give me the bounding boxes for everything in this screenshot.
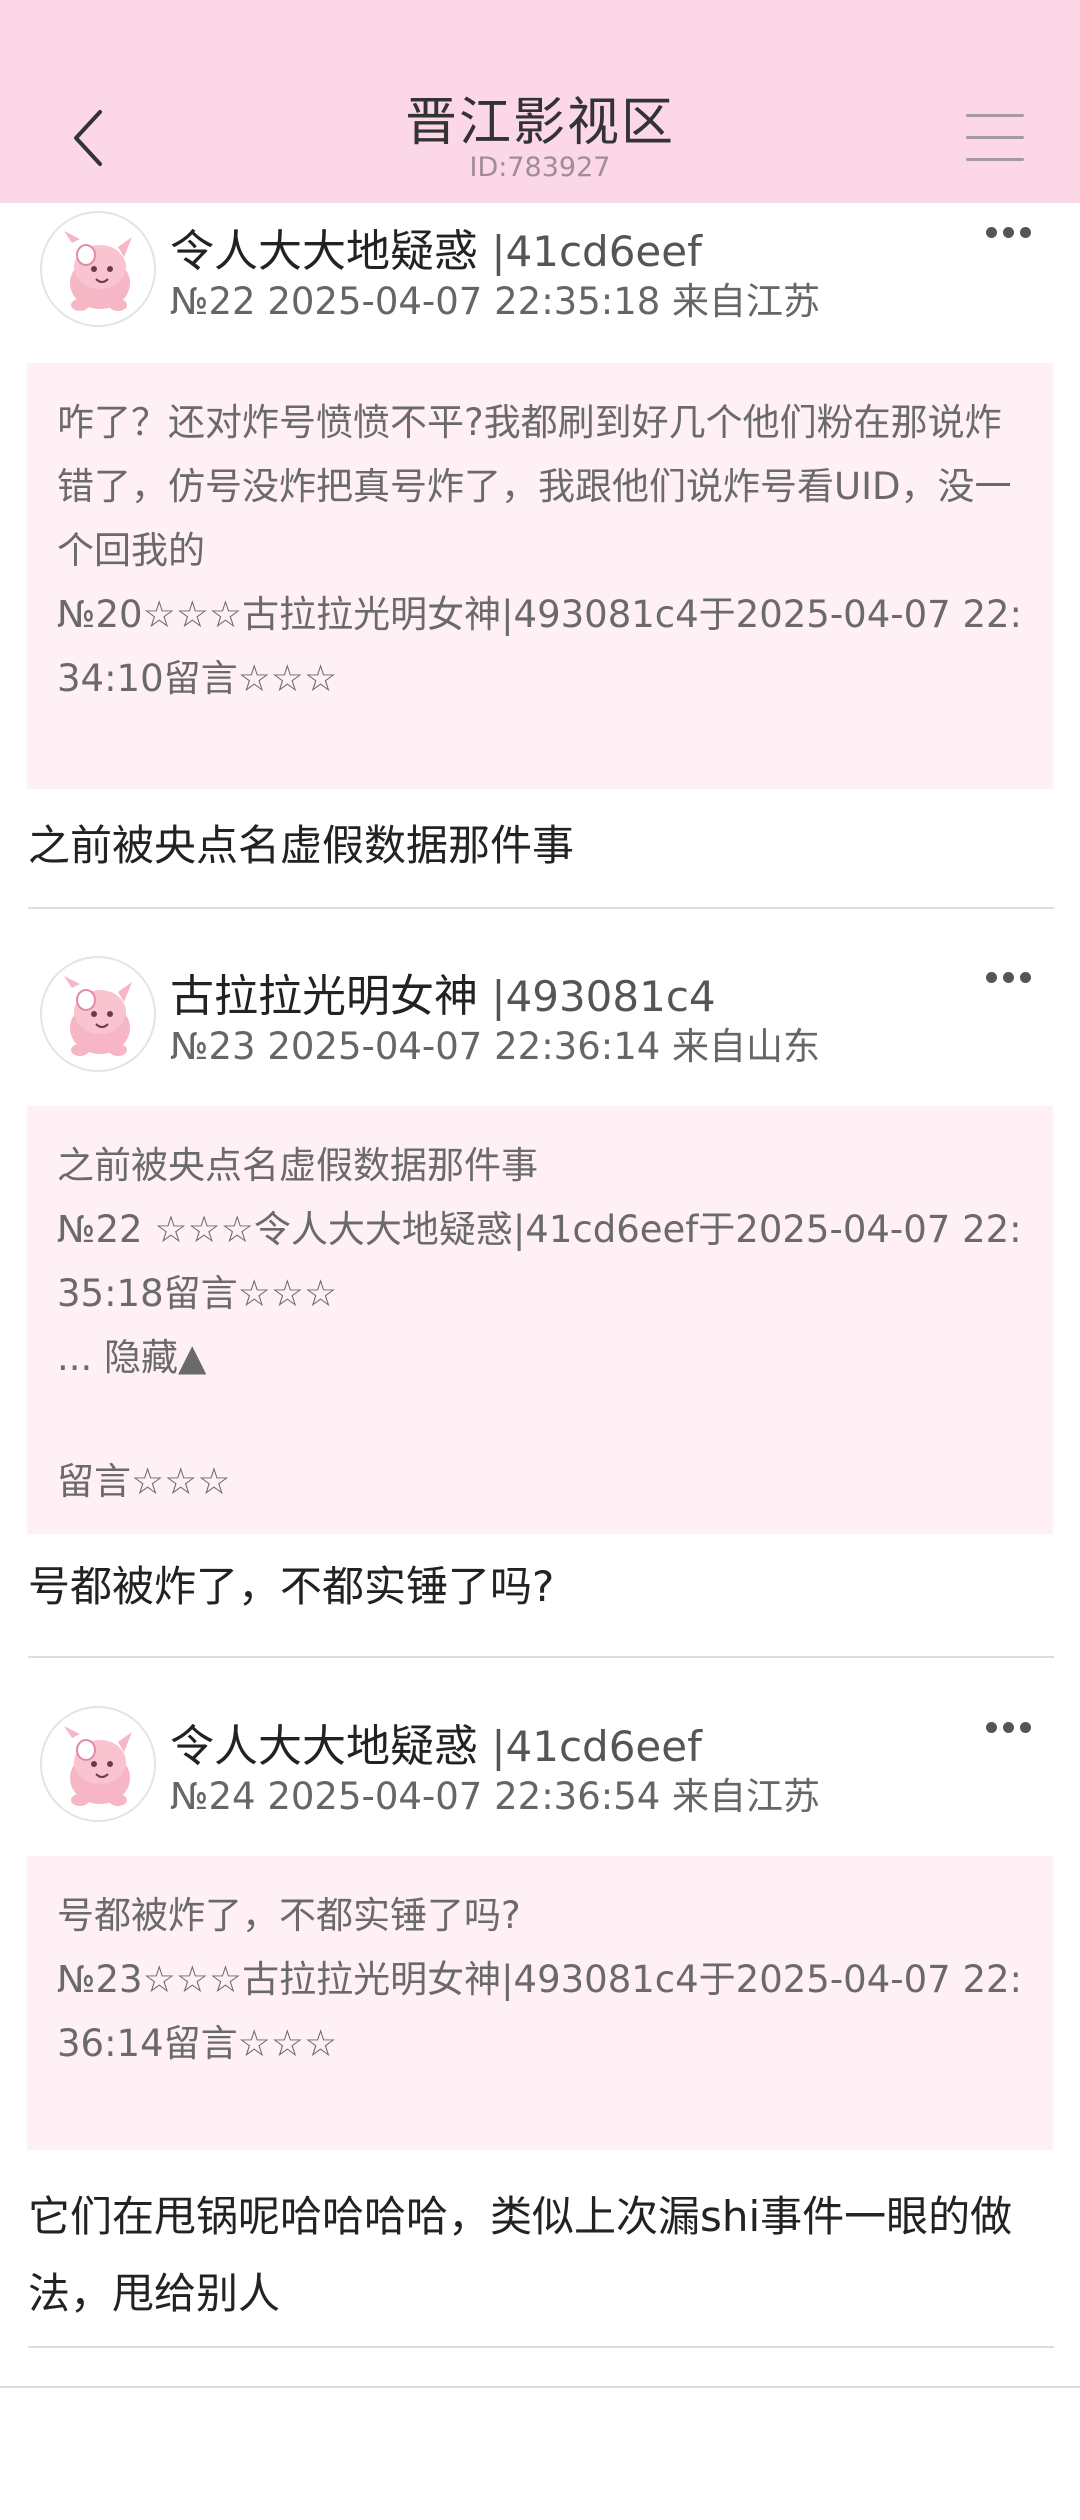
author-name[interactable]: 令人大大地疑惑 |41cd6eef [170, 215, 702, 279]
divider [28, 2346, 1054, 2348]
author-nickname: 古拉拉光明女神 [170, 971, 478, 1022]
reply-post: 令人大大地疑惑 |41cd6eef №24 2025-04-07 22:36:5… [0, 1700, 1080, 2388]
pink-cartoon-avatar-icon [63, 975, 133, 1057]
page-title: 晋江影视区 [404, 93, 675, 153]
reply-post: 古拉拉光明女神 |493081c4 №23 2025-04-07 22:36:1… [0, 950, 1080, 1658]
hide-toggle[interactable]: ... 隐藏▲ [57, 1326, 1023, 1390]
more-dots-icon [986, 972, 997, 983]
more-options-button[interactable] [984, 968, 1034, 988]
post-header: 古拉拉光明女神 |493081c4 №23 2025-04-07 22:36:1… [0, 950, 1080, 1072]
hamburger-menu-icon [966, 114, 1024, 117]
more-options-button[interactable] [984, 1718, 1034, 1738]
avatar[interactable] [40, 956, 156, 1072]
quoted-reply: 号都被炸了，不都实锤了吗? №23☆☆☆古拉拉光明女神|493081c4于202… [27, 1856, 1053, 2150]
pink-cartoon-avatar-icon [63, 230, 133, 312]
avatar[interactable] [40, 1706, 156, 1822]
pink-cartoon-avatar-icon [63, 1725, 133, 1807]
post-content: 它们在甩锅呢哈哈哈哈，类似上次漏shi事件一眼的做法，甩给别人 [28, 2192, 1013, 2318]
quote-text: 号都被炸了，不都实锤了吗? [57, 1894, 521, 1937]
author-uid: |41cd6eef [478, 1722, 702, 1771]
post-header: 令人大大地疑惑 |41cd6eef №22 2025-04-07 22:35:1… [0, 205, 1080, 327]
divider [0, 2386, 1080, 2388]
quote-text: 咋了？还对炸号愤愤不平?我都刷到好几个他们粉在那说炸错了，仿号没炸把真号炸了，我… [57, 401, 1012, 572]
author-uid: |41cd6eef [478, 227, 702, 276]
post-meta: №23 2025-04-07 22:36:14 来自山东 [170, 1025, 821, 1068]
divider [28, 1656, 1054, 1658]
post-header: 令人大大地疑惑 |41cd6eef №24 2025-04-07 22:36:5… [0, 1700, 1080, 1822]
avatar[interactable] [40, 211, 156, 327]
author-name[interactable]: 令人大大地疑惑 |41cd6eef [170, 1710, 702, 1774]
author-name[interactable]: 古拉拉光明女神 |493081c4 [170, 960, 716, 1024]
post-meta: №22 2025-04-07 22:35:18 来自江苏 [170, 280, 821, 323]
author-uid: |493081c4 [478, 972, 716, 1021]
author-nickname: 令人大大地疑惑 [170, 1721, 478, 1772]
post-content: 之前被央点名虚假数据那件事 [28, 821, 575, 870]
divider [28, 907, 1054, 909]
quote-source: №20☆☆☆古拉拉光明女神|493081c4于2025-04-07 22:34:… [57, 593, 1022, 700]
app-header: 晋江影视区 ID:783927 [0, 0, 1080, 203]
more-options-button[interactable] [984, 223, 1034, 243]
menu-button[interactable] [966, 112, 1024, 164]
quote-source: №22 ☆☆☆令人大大地疑惑|41cd6eef于2025-04-07 22:35… [57, 1208, 1022, 1315]
more-dots-icon [986, 227, 997, 238]
post-meta: №24 2025-04-07 22:36:54 来自江苏 [170, 1775, 821, 1818]
author-nickname: 令人大大地疑惑 [170, 226, 478, 277]
more-dots-icon [986, 1722, 997, 1733]
post-content: 号都被炸了，不都实锤了吗? [28, 1562, 555, 1611]
quote-source: №23☆☆☆古拉拉光明女神|493081c4于2025-04-07 22:36:… [57, 1958, 1022, 2065]
quoted-reply: 咋了？还对炸号愤愤不平?我都刷到好几个他们粉在那说炸错了，仿号没炸把真号炸了，我… [27, 363, 1053, 789]
quoted-reply: 之前被央点名虚假数据那件事 №22 ☆☆☆令人大大地疑惑|41cd6eef于20… [27, 1106, 1053, 1534]
reply-post: 令人大大地疑惑 |41cd6eef №22 2025-04-07 22:35:1… [0, 205, 1080, 909]
quote-footer: 留言☆☆☆ [57, 1460, 231, 1503]
quote-text: 之前被央点名虚假数据那件事 [57, 1144, 538, 1187]
forum-id: ID:783927 [469, 152, 611, 183]
